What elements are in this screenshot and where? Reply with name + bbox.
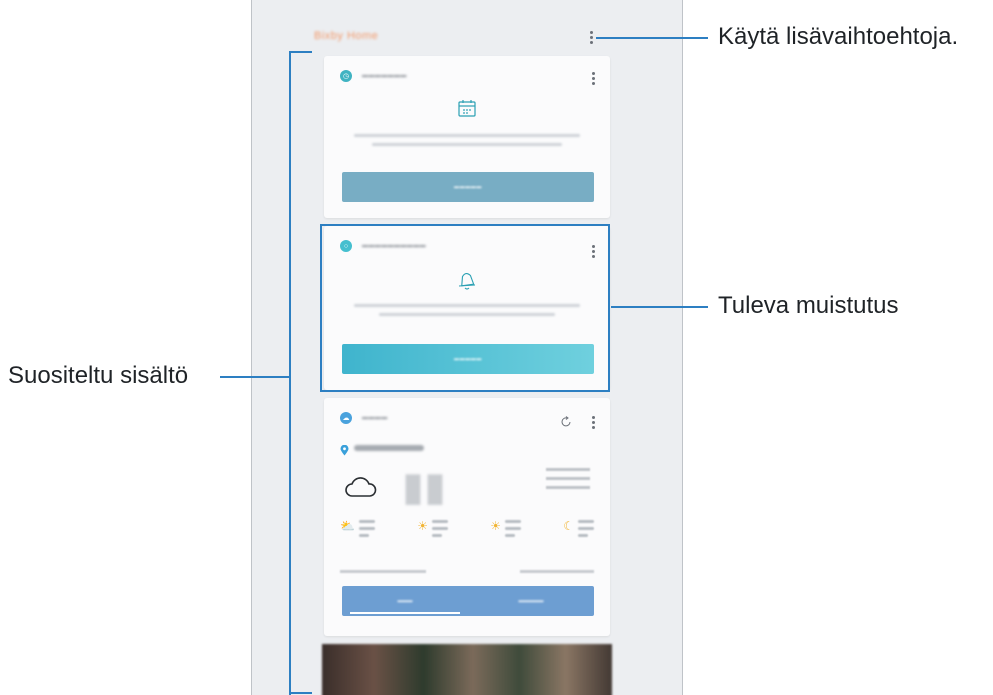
recommended-callout-line <box>220 376 290 378</box>
location-pin-icon <box>340 445 349 456</box>
schedule-card[interactable]: ◷ ▬▬▬▬▬▬▬ ▬▬▬▬▬ <box>324 56 610 218</box>
sun-icon: ☀ <box>417 519 428 533</box>
more-options-label: Käytä lisävaihtoehtoja. <box>718 23 959 50</box>
schedule-card-title: ▬▬▬▬▬▬▬ <box>362 73 407 79</box>
card-menu-icon[interactable] <box>591 72 595 85</box>
weather-forecast-row: ⛅ ☀ ☀ ☾ <box>340 520 594 541</box>
partly-cloudy-icon: ⛅ <box>340 519 355 533</box>
weather-tab-today[interactable]: ▬▬▬ <box>342 586 468 616</box>
video-thumbnail[interactable] <box>322 644 612 695</box>
weather-card-header: ☁ ▬▬▬▬ <box>340 412 388 424</box>
reminder-callout-line <box>611 306 708 308</box>
moon-icon: ☾ <box>563 519 574 533</box>
forecast-item: ⛅ <box>340 520 375 541</box>
app-title: Bixby Home <box>314 30 379 42</box>
schedule-card-header: ◷ ▬▬▬▬▬▬▬ <box>340 70 407 82</box>
app-header: Bixby Home <box>252 0 682 52</box>
schedule-card-body <box>354 128 580 146</box>
more-options-icon[interactable] <box>589 31 593 44</box>
recommended-label: Suositeltu sisältö <box>8 362 189 389</box>
cloud-icon <box>345 477 377 497</box>
card-menu-icon[interactable] <box>591 416 595 429</box>
recommended-bracket-top <box>289 51 312 53</box>
weather-details <box>546 468 590 489</box>
sun-icon: ☀ <box>490 519 501 533</box>
reminder-highlight-box <box>320 224 610 392</box>
weather-temperature: ▮▮ <box>402 465 447 509</box>
weather-tab-forecast[interactable]: ▬▬▬▬▬ <box>468 586 594 616</box>
weather-card[interactable]: ☁ ▬▬▬▬ ▮▮ ⛅ ☀ ☀ ☾ ▬▬▬ ▬▬▬▬▬ <box>324 398 610 636</box>
schedule-card-button[interactable]: ▬▬▬▬▬ <box>342 172 594 202</box>
weather-card-icon: ☁ <box>340 412 352 424</box>
schedule-card-icon: ◷ <box>340 70 352 82</box>
forecast-item: ☾ <box>563 520 594 541</box>
forecast-item: ☀ <box>490 520 521 541</box>
recommended-bracket-vertical <box>289 51 291 695</box>
recommended-bracket-bottom <box>289 692 312 694</box>
weather-source <box>340 570 426 573</box>
weather-updated <box>520 570 594 573</box>
weather-tabs: ▬▬▬ ▬▬▬▬▬ <box>342 586 594 616</box>
weather-card-title: ▬▬▬▬ <box>362 415 388 421</box>
weather-location <box>354 445 424 451</box>
more-options-callout-line <box>596 37 708 39</box>
forecast-item: ☀ <box>417 520 448 541</box>
calendar-icon <box>458 100 476 117</box>
refresh-icon[interactable] <box>560 416 572 428</box>
reminder-label: Tuleva muistutus <box>718 292 899 319</box>
